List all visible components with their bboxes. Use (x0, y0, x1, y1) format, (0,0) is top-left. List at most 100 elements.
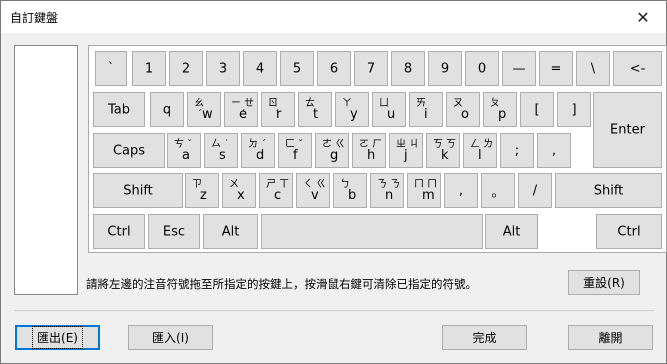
key-label: u (387, 107, 396, 122)
key-j[interactable]: jㄓ ㄐ (389, 133, 423, 168)
key-5[interactable]: 5 (280, 51, 314, 86)
key-grave[interactable]: ` (95, 51, 127, 86)
key-label: 0 (477, 61, 487, 76)
key-z[interactable]: zㄗ (185, 173, 219, 208)
key-label: 3 (218, 61, 228, 76)
key-label: n (385, 188, 394, 203)
key-d[interactable]: dㄉ ˊ (241, 133, 275, 168)
key-h[interactable]: hㄛ ㄏ (352, 133, 386, 168)
key-enter[interactable]: Enter (593, 92, 662, 168)
key-label: 8 (403, 61, 413, 76)
key-a[interactable]: aㄘ ˇ (167, 133, 201, 168)
key-label: 7 (366, 61, 376, 76)
reset-button[interactable]: 重設(R) (568, 270, 640, 295)
key-label: = (550, 61, 562, 76)
key-zhuyin: ㄞ (416, 98, 426, 109)
key-6[interactable]: 6 (317, 51, 351, 86)
done-button[interactable]: 完成 (442, 325, 527, 350)
key-n[interactable]: nㄋ ㄋ (370, 173, 404, 208)
key-zhuyin: ㄥ ㄌ (470, 139, 494, 150)
key-i[interactable]: iㄞ (409, 92, 443, 127)
close-icon[interactable]: ✕ (620, 1, 666, 33)
key-backspace[interactable]: <- (613, 51, 662, 86)
key-2[interactable]: 2 (169, 51, 203, 86)
key-q[interactable]: q (150, 92, 184, 127)
key-label: / (532, 183, 538, 198)
key-rbracket[interactable]: ] (557, 92, 591, 127)
key-v[interactable]: vㄑ ㄍ (296, 173, 330, 208)
key-o[interactable]: oㄡ (446, 92, 480, 127)
key-tab[interactable]: Tab (93, 92, 145, 127)
key-zhuyin: ㄩ (379, 98, 389, 109)
key-zhuyin: ㄅ (340, 179, 350, 190)
key-lshift[interactable]: Shift (93, 173, 183, 208)
key-w[interactable]: wㄠ ˊ (187, 92, 221, 127)
key-period[interactable]: 。 (481, 173, 515, 208)
key-lbracket[interactable]: [ (520, 92, 554, 127)
leave-button-label: 離開 (598, 331, 623, 345)
key-label: q (162, 102, 172, 117)
key-minus[interactable]: — (502, 51, 536, 86)
key-comma[interactable]: , (444, 173, 478, 208)
key-0[interactable]: 0 (465, 51, 499, 86)
key-p[interactable]: pㄆ (483, 92, 517, 127)
key-space[interactable] (261, 214, 483, 249)
zhuyin-palette[interactable] (14, 45, 78, 295)
key-equal[interactable]: = (539, 51, 573, 86)
key-lalt[interactable]: Alt (203, 214, 258, 249)
key-rshift[interactable]: Shift (555, 173, 662, 208)
key-c[interactable]: cㄕ ㄒ (259, 173, 293, 208)
key-label: Alt (502, 224, 521, 239)
key-label: \ (590, 61, 596, 76)
key-label: y (350, 107, 358, 122)
key-zhuyin: ㄕ ㄒ (266, 179, 290, 190)
key-semicolon[interactable]: ; (500, 133, 534, 168)
key-quote[interactable]: , (537, 133, 571, 168)
key-zhuyin: ㄑ ㄍ (303, 179, 327, 190)
import-button[interactable]: 匯入(I) (128, 325, 213, 350)
key-f[interactable]: fㄈ ˇ (278, 133, 312, 168)
export-button[interactable]: 匯出(E) (15, 325, 100, 350)
key-ralt[interactable]: Alt (485, 214, 538, 249)
key-lctrl[interactable]: Ctrl (93, 214, 145, 249)
key-9[interactable]: 9 (428, 51, 462, 86)
key-label: a (182, 148, 190, 163)
key-8[interactable]: 8 (391, 51, 425, 86)
key-label: Ctrl (107, 224, 131, 239)
key-e[interactable]: eㄧ ㄝ ˊ (224, 92, 258, 127)
key-zhuyin: ㄠ ˊ (194, 98, 204, 120)
key-label: 6 (329, 61, 339, 76)
key-zhuyin: ㄗ (192, 179, 202, 190)
import-button-label: 匯入(I) (152, 331, 189, 345)
key-label: c (274, 188, 282, 203)
key-m[interactable]: mㄇ ㄇ (407, 173, 441, 208)
key-s[interactable]: sㄙ ˙ (204, 133, 238, 168)
key-u[interactable]: uㄩ (372, 92, 406, 127)
key-label: Shift (593, 183, 624, 198)
key-caps[interactable]: Caps (93, 133, 165, 168)
key-backslash[interactable]: \ (576, 51, 610, 86)
window-title: 自訂鍵盤 (10, 11, 59, 25)
key-k[interactable]: kㄎ ㄎ (426, 133, 460, 168)
key-r[interactable]: rㄖ ˊ (261, 92, 295, 127)
key-4[interactable]: 4 (243, 51, 277, 86)
key-esc[interactable]: Esc (148, 214, 200, 249)
key-7[interactable]: 7 (354, 51, 388, 86)
key-b[interactable]: bㄅ (333, 173, 367, 208)
key-1[interactable]: 1 (132, 51, 166, 86)
key-l[interactable]: lㄥ ㄌ (463, 133, 497, 168)
key-zhuyin: ㄋ ㄋ (377, 179, 401, 190)
key-label: b (348, 188, 357, 203)
key-t[interactable]: tㄊ (298, 92, 332, 127)
key-zhuyin: ㄧ ㄝ ˊ (231, 98, 255, 120)
key-label: 1 (144, 61, 154, 76)
key-y[interactable]: yㄚ (335, 92, 369, 127)
key-g[interactable]: gㄜ ㄍ (315, 133, 349, 168)
key-x[interactable]: xㄨ (222, 173, 256, 208)
key-rctrl[interactable]: Ctrl (596, 214, 662, 249)
leave-button[interactable]: 離開 (568, 325, 653, 350)
key-zhuyin: ㄈ ˇ (285, 139, 304, 150)
title-bar: 自訂鍵盤 ✕ (1, 1, 666, 33)
key-slash[interactable]: / (518, 173, 552, 208)
key-3[interactable]: 3 (206, 51, 240, 86)
